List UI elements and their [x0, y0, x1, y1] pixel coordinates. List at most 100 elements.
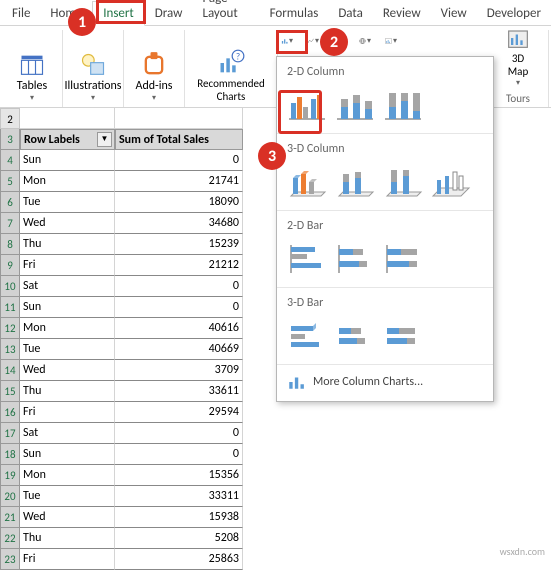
stacked-bar-2d[interactable] [331, 239, 379, 279]
row-header[interactable]: 20 [0, 486, 20, 507]
row-header[interactable]: 14 [0, 360, 20, 381]
group-illustrations: Illustrations ▾ [63, 30, 124, 107]
addins-button[interactable]: Add-ins ▾ [130, 49, 178, 105]
row-header[interactable]: 17 [0, 423, 20, 444]
more-column-charts[interactable]: More Column Charts... [277, 364, 493, 397]
row-header[interactable]: 9 [0, 255, 20, 276]
cell-sum-total-sales[interactable]: 0 [115, 423, 243, 444]
cell-sum-total-sales[interactable]: 15356 [115, 465, 243, 486]
tab-draw[interactable]: Draw [145, 2, 193, 25]
row-header[interactable]: 8 [0, 234, 20, 255]
cell-sum-total-sales[interactable]: 0 [115, 444, 243, 465]
cell-row-label[interactable]: Wed [20, 213, 115, 234]
cell-row-label[interactable]: Tue [20, 486, 115, 507]
cell-sum-total-sales[interactable]: 21741 [115, 171, 243, 192]
highlight-clustered-column [278, 90, 322, 134]
cell-row-label[interactable]: Mon [20, 171, 115, 192]
cell-row-label[interactable]: Thu [20, 234, 115, 255]
cell-sum-total-sales[interactable]: 40616 [115, 318, 243, 339]
cell-sum-total-sales[interactable]: 29594 [115, 402, 243, 423]
cell-row-label[interactable]: Wed [20, 507, 115, 528]
callout-3: 3 [258, 142, 286, 170]
stacked100-bar-3d[interactable] [379, 316, 427, 356]
cell-sum-total-sales[interactable]: 0 [115, 297, 243, 318]
tab-view[interactable]: View [431, 2, 477, 25]
row-header[interactable]: 22 [0, 528, 20, 549]
row-header[interactable]: 3 [0, 129, 20, 150]
pivot-filter-dropdown[interactable]: ▼ [97, 132, 112, 147]
cell-row-label[interactable] [20, 108, 115, 129]
cell-row-label[interactable]: Wed [20, 360, 115, 381]
stacked-bar-3d[interactable] [331, 316, 379, 356]
row-header[interactable]: 13 [0, 339, 20, 360]
tab-formulas[interactable]: Formulas [260, 2, 329, 25]
stacked-column-2d[interactable] [331, 85, 379, 125]
highlight-column-chart-button [276, 30, 308, 54]
stacked-column-3d[interactable] [331, 162, 379, 202]
cell-sum-total-sales[interactable]: 5208 [115, 528, 243, 549]
cell-sum-total-sales[interactable]: 15239 [115, 234, 243, 255]
cell-sum-total-sales[interactable]: 33611 [115, 381, 243, 402]
cell-row-label[interactable]: Thu [20, 528, 115, 549]
cell-row-label[interactable]: Mon [20, 318, 115, 339]
cell-row-label[interactable]: Fri [20, 255, 115, 276]
tab-review[interactable]: Review [373, 2, 431, 25]
cell-sum-total-sales[interactable]: 21212 [115, 255, 243, 276]
tab-page-layout[interactable]: Page Layout [192, 0, 259, 25]
tab-file[interactable]: File [2, 2, 40, 25]
row-header[interactable]: 21 [0, 507, 20, 528]
cell-row-label[interactable]: Sun [20, 297, 115, 318]
row-header[interactable]: 18 [0, 444, 20, 465]
cell-sum-total-sales[interactable]: 0 [115, 276, 243, 297]
row-header[interactable]: 2 [0, 108, 20, 129]
stacked100-column-2d[interactable] [379, 85, 427, 125]
cell-row-label[interactable]: Sun [20, 444, 115, 465]
stacked100-column-3d[interactable] [379, 162, 427, 202]
row-header[interactable]: 23 [0, 549, 20, 570]
clustered-bar-3d[interactable] [283, 316, 331, 356]
cell-row-label[interactable]: Sat [20, 423, 115, 444]
rec-charts-l2: Charts [217, 90, 246, 103]
globe-button[interactable]: ▾ [354, 30, 376, 52]
row-header[interactable]: 7 [0, 213, 20, 234]
column-3d[interactable] [427, 162, 475, 202]
row-header[interactable]: 5 [0, 171, 20, 192]
row-header[interactable]: 12 [0, 318, 20, 339]
cell-row-label[interactable]: Sun [20, 150, 115, 171]
row-header[interactable]: 11 [0, 297, 20, 318]
row-header[interactable]: 19 [0, 465, 20, 486]
stacked100-bar-2d[interactable] [379, 239, 427, 279]
cell-row-label[interactable]: Tue [20, 192, 115, 213]
cell-sum-total-sales[interactable]: 18090 [115, 192, 243, 213]
recommended-charts-button[interactable]: ? Recommended Charts [191, 47, 271, 105]
pivot-chart-button[interactable]: ▾ [380, 30, 402, 52]
cell-row-label[interactable]: Fri [20, 402, 115, 423]
cell-row-label[interactable]: Thu [20, 381, 115, 402]
tab-data[interactable]: Data [328, 2, 373, 25]
row-header[interactable]: 16 [0, 402, 20, 423]
cell-row-label[interactable]: Sat [20, 276, 115, 297]
cell-row-label[interactable]: Mon [20, 465, 115, 486]
tables-button[interactable]: Tables ▾ [8, 49, 56, 105]
section-3d-column: 3-D Column [277, 134, 493, 162]
clustered-column-3d[interactable] [283, 162, 331, 202]
row-header[interactable]: 15 [0, 381, 20, 402]
row-header[interactable]: 4 [0, 150, 20, 171]
cell-sum-total-sales[interactable]: 15938 [115, 507, 243, 528]
cell-sum-total-sales[interactable]: 33311 [115, 486, 243, 507]
cell-row-label[interactable]: Tue [20, 339, 115, 360]
cell-sum-total-sales[interactable]: 0 [115, 150, 243, 171]
cell-sum-total-sales[interactable]: 40669 [115, 339, 243, 360]
cell-sum-total-sales[interactable]: 3709 [115, 360, 243, 381]
clustered-bar-2d[interactable] [283, 239, 331, 279]
illustrations-button[interactable]: Illustrations ▾ [69, 49, 117, 105]
cell-sum-total-sales[interactable]: 25863 [115, 549, 243, 570]
cell-sum-total-sales[interactable] [115, 108, 243, 129]
cell-sum-total-sales[interactable]: Sum of Total Sales [115, 129, 243, 150]
cell-sum-total-sales[interactable]: 34680 [115, 213, 243, 234]
row-header[interactable]: 6 [0, 192, 20, 213]
cell-row-label[interactable]: Fri [20, 549, 115, 570]
cell-row-label[interactable]: Row Labels▼ [20, 129, 115, 150]
row-header[interactable]: 10 [0, 276, 20, 297]
3d-map-button[interactable]: 3D Map ▾ [494, 22, 542, 90]
